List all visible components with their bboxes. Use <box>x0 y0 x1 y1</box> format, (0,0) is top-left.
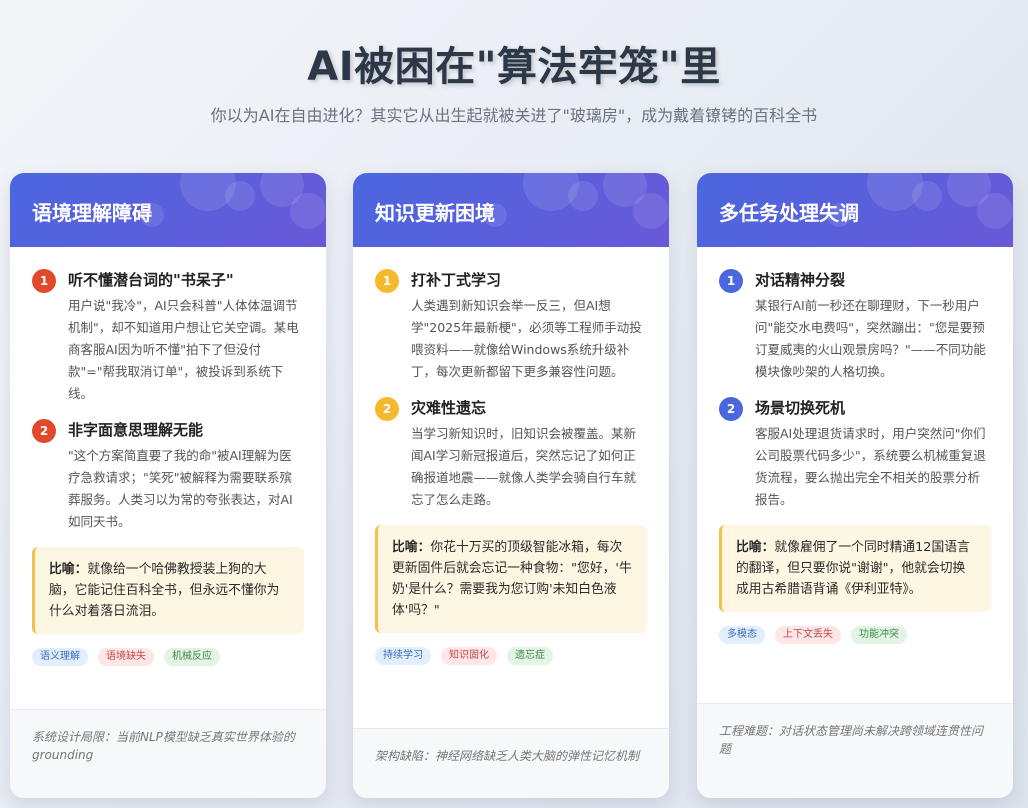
tag-list: 持续学习 知识固化 遗忘症 <box>375 647 647 665</box>
analogy-box: 比喻：就像雇佣了一个同时精通12国语言的翻译，但只要你说"谢谢"，他就会切换成用… <box>719 525 991 612</box>
number-badge: 2 <box>32 419 56 443</box>
item-title: 场景切换死机 <box>755 399 846 417</box>
tag[interactable]: 持续学习 <box>375 647 431 665</box>
list-item: 2 场景切换死机 客服AI处理退货请求时，用户突然问"你们公司股票代码多少"，系… <box>719 397 991 511</box>
analogy-label: 比喻： <box>392 540 431 555</box>
tag[interactable]: 语义理解 <box>32 648 88 666</box>
card-header: 知识更新困境 <box>353 173 669 247</box>
number-badge: 2 <box>719 397 743 421</box>
tag-list: 语义理解 语境缺失 机械反应 <box>32 648 304 666</box>
tag[interactable]: 机械反应 <box>164 648 220 666</box>
card-knowledge-update: 知识更新困境 1 打补丁式学习 人类遇到新知识会举一反三，但AI想学"2025年… <box>353 173 669 798</box>
card-footer: 系统设计局限：当前NLP模型缺乏真实世界体验的grounding <box>10 709 326 798</box>
tag[interactable]: 功能冲突 <box>851 626 907 644</box>
item-description: 用户说"我冷"，AI只会科普"人体体温调节机制"，却不知道用户想让它关空调。某电… <box>68 298 299 401</box>
list-item: 2 灾难性遗忘 当学习新知识时，旧知识会被覆盖。某新闻AI学习新冠报道后，突然忘… <box>375 397 647 511</box>
number-badge: 2 <box>375 397 399 421</box>
card-footer: 架构缺陷：神经网络缺乏人类大脑的弹性记忆机制 <box>353 728 669 798</box>
analogy-label: 比喻： <box>736 540 775 555</box>
list-item: 2 非字面意思理解无能 "这个方案简直要了我的命"被AI理解为医疗急救请求；"笑… <box>32 419 304 533</box>
item-title: 听不懂潜台词的"书呆子" <box>68 271 234 289</box>
item-title: 灾难性遗忘 <box>411 399 487 417</box>
item-title: 对话精神分裂 <box>755 271 846 289</box>
list-item: 1 打补丁式学习 人类遇到新知识会举一反三，但AI想学"2025年最新梗"，必须… <box>375 269 647 383</box>
analogy-box: 比喻：你花十万买的顶级智能冰箱，每次更新固件后就会忘记一种食物："您好，'牛奶'… <box>375 525 647 633</box>
page-subtitle: 你以为AI在自由进化？其实它从出生起就被关进了"玻璃房"，成为戴着镣铐的百科全书 <box>210 106 818 125</box>
card-header: 语境理解障碍 <box>10 173 326 247</box>
tag[interactable]: 上下文丢失 <box>775 626 841 644</box>
analogy-box: 比喻：就像给一个哈佛教授装上狗的大脑，它能记住百科全书，但永远不懂你为什么对着落… <box>32 547 304 634</box>
card-title: 知识更新困境 <box>375 201 495 225</box>
item-description: 当学习新知识时，旧知识会被覆盖。某新闻AI学习新冠报道后，突然忘记了如何正确报道… <box>411 426 637 507</box>
tag[interactable]: 多模态 <box>719 626 765 644</box>
number-badge: 1 <box>719 269 743 293</box>
card-multitask: 多任务处理失调 1 对话精神分裂 某银行AI前一秒还在聊理财，下一秒用户问"能交… <box>697 173 1013 798</box>
item-description: 客服AI处理退货请求时，用户突然问"你们公司股票代码多少"，系统要么机械重复退货… <box>755 426 986 507</box>
item-description: 人类遇到新知识会举一反三，但AI想学"2025年最新梗"，必须等工程师手动投喂资… <box>411 298 642 379</box>
item-title: 打补丁式学习 <box>411 271 502 289</box>
list-item: 1 对话精神分裂 某银行AI前一秒还在聊理财，下一秒用户问"能交水电费吗"，突然… <box>719 269 991 383</box>
tag[interactable]: 知识固化 <box>441 647 497 665</box>
card-footer: 工程难题：对话状态管理尚未解决跨领域连贯性问题 <box>697 703 1013 798</box>
item-description: "这个方案简直要了我的命"被AI理解为医疗急救请求；"笑死"被解释为需要联系殡葬… <box>68 448 293 529</box>
tag[interactable]: 语境缺失 <box>98 648 154 666</box>
card-title: 多任务处理失调 <box>719 201 859 225</box>
number-badge: 1 <box>32 269 56 293</box>
number-badge: 1 <box>375 269 399 293</box>
card-context-understanding: 语境理解障碍 1 听不懂潜台词的"书呆子" 用户说"我冷"，AI只会科普"人体体… <box>10 173 326 798</box>
item-description: 某银行AI前一秒还在聊理财，下一秒用户问"能交水电费吗"，突然蹦出："您是要预订… <box>755 298 986 379</box>
analogy-label: 比喻： <box>49 562 88 577</box>
card-header: 多任务处理失调 <box>697 173 1013 247</box>
tag-list: 多模态 上下文丢失 功能冲突 <box>719 626 991 644</box>
tag[interactable]: 遗忘症 <box>507 647 553 665</box>
page-title: AI被困在"算法牢笼"里 <box>307 44 721 90</box>
card-title: 语境理解障碍 <box>32 201 152 225</box>
item-title: 非字面意思理解无能 <box>68 421 204 439</box>
list-item: 1 听不懂潜台词的"书呆子" 用户说"我冷"，AI只会科普"人体体温调节机制"，… <box>32 269 304 405</box>
